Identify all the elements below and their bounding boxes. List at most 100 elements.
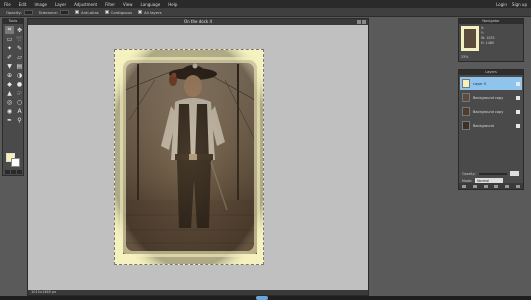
layer-thumbnail [462, 121, 470, 130]
layer-row[interactable]: Background copy [460, 91, 522, 104]
document-status-bar: 1015x1465 px [28, 290, 368, 295]
move-tool-icon[interactable]: ✥ [15, 26, 24, 34]
menu-edit[interactable]: Edit [19, 2, 27, 7]
background-color-swatch[interactable] [11, 158, 20, 167]
layer-opacity-input[interactable] [509, 171, 519, 176]
delete-layer-icon[interactable] [515, 184, 520, 188]
menu-bar: File Edit Image Layer Adjustment Filter … [0, 0, 531, 8]
layers-panel: Layers Layer 0 Background copy Backgroun… [458, 69, 524, 190]
menu-layer[interactable]: Layer [55, 2, 66, 7]
navigator-title: Navigator [459, 19, 523, 24]
color-replace-icon[interactable]: ◑ [15, 71, 24, 79]
layer-visibility-checkbox[interactable] [516, 109, 520, 114]
layers-title: Layers [459, 70, 523, 75]
all-layers-label: All layers [144, 9, 162, 15]
layer-visibility-checkbox[interactable] [516, 81, 520, 86]
menu-help[interactable]: Help [168, 2, 177, 7]
drawing-tool-icon[interactable]: ◆ [5, 80, 14, 88]
navigator-panel: Navigator X: Y: W: 1035 H: 1465 33% [458, 18, 524, 62]
menu-file[interactable]: File [4, 2, 11, 7]
layer-row[interactable]: Layer 0 [460, 77, 522, 90]
layer-props-icon[interactable] [462, 184, 467, 188]
tool-options-bar: Opacity: Tolerance: Anti-alias Contiguou… [0, 8, 531, 17]
layer-thumbnail [462, 79, 470, 88]
all-layers-checkbox[interactable] [138, 10, 143, 14]
brush-tool-icon[interactable]: ✐ [5, 53, 14, 61]
minimize-icon[interactable] [357, 20, 361, 24]
document-window: On the dock 4 1015x1465 px [27, 18, 369, 296]
document-window-buttons [357, 20, 366, 24]
document-size: 1015x1465 px [31, 290, 57, 294]
sponge-tool-icon[interactable]: ◎ [5, 98, 14, 106]
crop-tool-icon[interactable]: ⌗ [5, 26, 14, 34]
start-button[interactable] [256, 296, 268, 300]
navigator-info: X: Y: W: 1035 H: 1465 [481, 26, 495, 46]
image-canvas[interactable] [114, 49, 264, 265]
redeye-tool-icon[interactable]: ◉ [5, 107, 14, 115]
opacity-label: Opacity: [6, 9, 22, 15]
menu-filter[interactable]: Filter [105, 2, 115, 7]
smudge-tool-icon[interactable]: ☞ [15, 89, 24, 97]
document-titlebar[interactable]: On the dock 4 [28, 19, 368, 25]
tolerance-option: Tolerance: [38, 9, 69, 15]
tolerance-label: Tolerance: [38, 9, 58, 15]
eyedropper-tool-icon[interactable]: ✒ [5, 116, 14, 124]
menu-view[interactable]: View [123, 2, 133, 7]
tools-panel: Tools ⌗ ✥ ▭ ➰ ✦ ✎ ✐ ▱ ▼ ▤ ⊕ ◑ ◆ ● ▲ ☞ ◎ … [2, 18, 24, 176]
antialias-option[interactable]: Anti-alias [75, 10, 99, 15]
layer-style-icon[interactable] [472, 184, 477, 188]
layer-thumbnail [462, 93, 470, 102]
dodge-tool-icon[interactable]: ○ [15, 98, 24, 106]
pirate-photo-image [115, 50, 263, 264]
layer-row[interactable]: Background copy [460, 105, 522, 118]
layer-label: Background [473, 123, 494, 128]
clone-tool-icon[interactable]: ⊕ [5, 71, 14, 79]
tolerance-input[interactable] [60, 9, 69, 15]
signup-link[interactable]: Sign up [512, 2, 527, 7]
eraser-tool-icon[interactable]: ▱ [15, 53, 24, 61]
contiguous-label: Contiguous [110, 9, 133, 15]
blur-tool-icon[interactable]: ● [15, 80, 24, 88]
view-mode-buttons[interactable] [5, 170, 22, 174]
antialias-label: Anti-alias [81, 9, 99, 15]
new-folder-icon[interactable] [494, 184, 499, 188]
navigator-h: H: 1465 [481, 41, 495, 45]
login-link[interactable]: Login [496, 2, 507, 7]
layers-footer-toolbar [459, 183, 523, 189]
navigator-thumbnail[interactable] [461, 26, 479, 51]
navigator-zoom[interactable]: 33% [461, 55, 468, 59]
menu-adjustment[interactable]: Adjustment [74, 2, 97, 7]
layer-thumbnail [462, 107, 470, 116]
user-links: Login Sign up [491, 0, 527, 8]
contiguous-checkbox[interactable] [104, 10, 109, 14]
layer-row[interactable]: Background [460, 119, 522, 132]
type-tool-icon[interactable]: A [15, 107, 24, 115]
zoom-tool-icon[interactable]: ⚲ [15, 116, 24, 124]
menu-image[interactable]: Image [34, 2, 47, 7]
layer-label: Background copy [473, 95, 504, 100]
tool-grid: ⌗ ✥ ▭ ➰ ✦ ✎ ✐ ▱ ▼ ▤ ⊕ ◑ ◆ ● ▲ ☞ ◎ ○ ◉ A … [3, 24, 23, 124]
contiguous-option[interactable]: Contiguous [104, 9, 133, 15]
lasso-tool-icon[interactable]: ➰ [15, 35, 24, 43]
layer-visibility-checkbox[interactable] [516, 123, 520, 128]
opacity-input[interactable] [23, 9, 33, 15]
antialias-checkbox[interactable] [75, 10, 79, 14]
sharpen-tool-icon[interactable]: ▲ [5, 89, 14, 97]
opacity-option: Opacity: [6, 9, 33, 15]
layer-mask-icon[interactable] [483, 184, 488, 188]
close-icon[interactable] [362, 20, 366, 24]
all-layers-option[interactable]: All layers [138, 9, 162, 15]
gradient-tool-icon[interactable]: ▤ [15, 62, 24, 70]
layer-visibility-checkbox[interactable] [516, 95, 520, 100]
fill-tool-icon[interactable]: ▼ [5, 62, 14, 70]
layer-label: Background copy [473, 109, 504, 114]
pencil-tool-icon[interactable]: ✎ [15, 44, 24, 52]
layer-opacity-slider[interactable] [478, 172, 507, 175]
layer-opacity-row: Opacity: [462, 171, 519, 176]
new-layer-icon[interactable] [504, 184, 509, 188]
menu-language[interactable]: Language [141, 2, 161, 7]
layer-opacity-label: Opacity: [462, 171, 476, 176]
document-title: On the dock 4 [183, 19, 213, 24]
wand-tool-icon[interactable]: ✦ [5, 44, 14, 52]
marquee-tool-icon[interactable]: ▭ [5, 35, 14, 43]
